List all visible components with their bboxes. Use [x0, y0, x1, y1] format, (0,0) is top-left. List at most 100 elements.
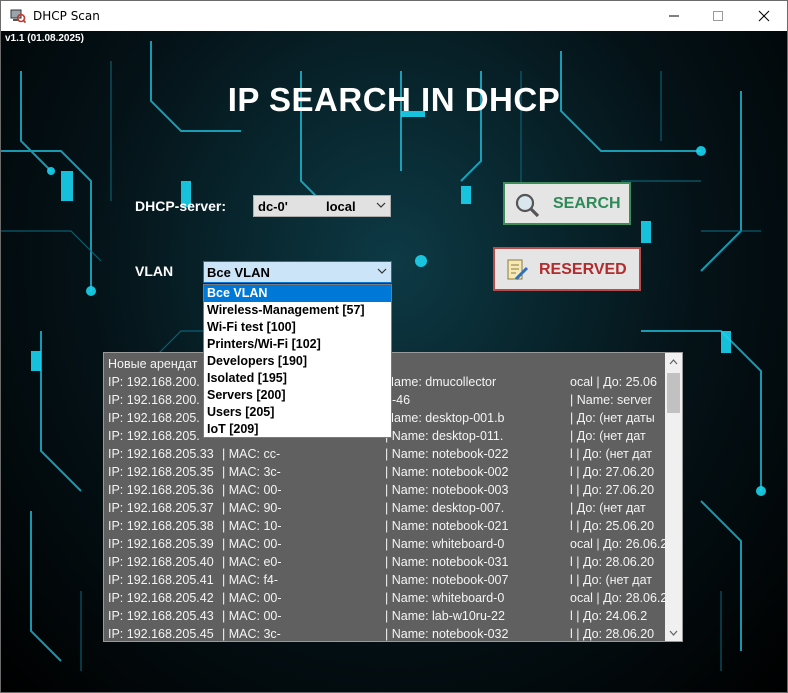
vlan-select[interactable]: Все VLAN [203, 261, 392, 283]
vlan-option[interactable]: IoT [209] [204, 421, 391, 438]
lease-extra: l | До: 25.06.20 [570, 519, 655, 533]
lease-extra: | До: (нет даты [570, 411, 655, 425]
lease-name: | Name: desktop-007. [385, 501, 505, 515]
window-title: DHCP Scan [33, 9, 100, 23]
minimize-button[interactable] [651, 1, 697, 31]
dhcp-server-value: dc-0' [258, 199, 288, 214]
lease-name: | Name: notebook-002 [385, 465, 509, 479]
lease-mac: | MAC: cc- [222, 447, 281, 461]
lease-extra: ocal | До: 25.06 [570, 375, 657, 389]
lease-extra: l | До: 27.06.20 [570, 483, 655, 497]
vlan-option[interactable]: Все VLAN [204, 285, 391, 302]
lease-name: | Name: whiteboard-0 [385, 537, 505, 551]
lease-extra: l | До: (нет дат [570, 447, 652, 461]
results-scrollbar[interactable] [665, 353, 682, 641]
reserved-button-label: RESERVED [539, 261, 627, 278]
scroll-up-button[interactable] [665, 353, 682, 370]
lease-name: | Name: whiteboard-0 [385, 591, 505, 605]
title-bar: DHCP Scan [1, 1, 787, 31]
lease-mac: | MAC: 00- [222, 609, 282, 623]
lease-ip: IP: 192.168.205.37 [108, 501, 214, 515]
vlan-label: VLAN [135, 263, 174, 279]
version-label: v1.1 (01.08.2025) [5, 33, 84, 44]
lease-name: Name: dmucollector [385, 375, 497, 389]
dhcp-server-select[interactable]: dc-0' local [253, 195, 391, 217]
lease-ip: IP: 192.168.200. [108, 393, 200, 407]
lease-name: | Name: notebook-032 [385, 627, 509, 641]
lease-extra: ocal | До: 28.06.2 [570, 591, 668, 605]
lease-name: | Name: desktop-011. [385, 429, 504, 443]
lease-extra: l | До: 28.06.20 [570, 555, 655, 569]
lease-ip: IP: 192.168.205. [108, 429, 200, 443]
maximize-icon [713, 11, 723, 21]
vlan-option[interactable]: Servers [200] [204, 387, 391, 404]
lease-row[interactable]: IP: 192.168.205.40 | MAC: e0- | Name: note… [108, 553, 664, 571]
reserved-button[interactable]: RESERVED [493, 247, 641, 291]
app-window: DHCP Scan v1.1 (01.08.2025) IP SEARCH IN… [0, 0, 788, 693]
minimize-icon [669, 15, 679, 17]
lease-ip: IP: 192.168.205.42 [108, 591, 214, 605]
lease-extra: ocal | До: 26.06.2 [570, 537, 668, 551]
lease-row[interactable]: IP: 192.168.205.42 | MAC: 00- | Name: whit… [108, 589, 668, 607]
vlan-option[interactable]: Wi-Fi test [100] [204, 319, 391, 336]
chevron-up-icon [669, 358, 678, 364]
vlan-option[interactable]: Isolated [195] [204, 370, 391, 387]
lease-row[interactable]: IP: 192.168.205.33 | MAC: cc- | Name: note… [108, 445, 664, 463]
page-title: IP SEARCH IN DHCP [227, 81, 561, 118]
lease-extra: l | До: (нет дат [570, 573, 652, 587]
results-header: Новые арендат [108, 357, 198, 371]
lease-row[interactable]: IP: 192.168.205.41 | MAC: f4- | Name: note… [108, 571, 664, 589]
lease-row[interactable]: IP: 192.168.205.45 | MAC: 3c- | Name: note… [108, 625, 664, 641]
magnifier-icon [515, 193, 540, 218]
lease-name: | Name: notebook-021 [385, 519, 509, 533]
lease-ip: IP: 192.168.205.41 [108, 573, 214, 587]
close-button[interactable] [741, 1, 787, 31]
results-list[interactable]: Новые арендат IP: 192.168.200. Name: dmuc… [103, 352, 683, 642]
lease-name: | Name: notebook-022 [385, 447, 509, 461]
vlan-option[interactable]: Users [205] [204, 404, 391, 421]
lease-mac: | MAC: 00- [222, 591, 282, 605]
lease-row[interactable]: IP: 192.168.205.36 | MAC: 00- | Name: note… [108, 481, 664, 499]
lease-ip: IP: 192.168.205.40 [108, 555, 214, 569]
lease-extra: | До: (нет дат [570, 429, 646, 443]
scroll-down-button[interactable] [665, 624, 682, 641]
chevron-down-icon [376, 202, 386, 208]
lease-extra: | До: (нет дат [570, 501, 646, 515]
lease-ip: IP: 192.168.205.39 [108, 537, 214, 551]
lease-row[interactable]: IP: 192.168.205.38 | MAC: 10- | Name: note… [108, 517, 664, 535]
lease-mac: | MAC: e0- [222, 555, 282, 569]
vlan-selected-value: Все VLAN [207, 265, 270, 280]
lease-ip: IP: 192.168.205.35 [108, 465, 214, 479]
lease-mac: | MAC: 3c- [222, 465, 281, 479]
vlan-option[interactable]: Wireless-Management [57] [204, 302, 391, 319]
close-icon [758, 10, 770, 22]
scroll-thumb[interactable] [667, 373, 680, 413]
vlan-option[interactable]: Printers/Wi-Fi [102] [204, 336, 391, 353]
vlan-option[interactable]: Developers [190] [204, 353, 391, 370]
lease-ip: IP: 192.168.200. [108, 375, 200, 389]
search-button[interactable]: SEARCH [503, 182, 631, 225]
lease-row[interactable]: IP: 192.168.205.39 | MAC: 00- | Name: whit… [108, 535, 668, 553]
lease-row[interactable]: IP: 192.168.205.43 | MAC: 00- | Name: lab-… [108, 607, 664, 625]
lease-mac: | MAC: 3c- [222, 627, 281, 641]
lease-extra: | Name: server [570, 393, 652, 407]
lease-name: | Name: notebook-007 [385, 573, 509, 587]
lease-extra: l | До: 28.06.20 [570, 627, 655, 641]
lease-ip: IP: 192.168.205. [108, 411, 200, 425]
maximize-button[interactable] [695, 1, 741, 31]
lease-mac: | MAC: 00- [222, 537, 282, 551]
search-button-label: SEARCH [553, 195, 621, 212]
lease-name: | Name: notebook-003 [385, 483, 509, 497]
lease-extra: l | До: 24.06.2 [570, 609, 648, 623]
chevron-down-icon [669, 630, 678, 636]
lease-ip: IP: 192.168.205.43 [108, 609, 214, 623]
vlan-dropdown-list: Все VLAN Wireless-Management [57] Wi-Fi te… [203, 284, 392, 438]
lease-ip: IP: 192.168.205.45 [108, 627, 214, 641]
lease-ip: IP: 192.168.205.38 [108, 519, 214, 533]
lease-mac: | MAC: 90- [222, 501, 282, 515]
lease-row[interactable]: IP: 192.168.205.37 | MAC: 90- | Name: desk… [108, 499, 664, 517]
chevron-down-icon [377, 268, 387, 274]
lease-row[interactable]: IP: 192.168.205.35 | MAC: 3c- | Name: note… [108, 463, 664, 481]
lease-name: | Name: lab-w10ru-22 [385, 609, 505, 623]
lease-mac: | MAC: 00- [222, 483, 282, 497]
